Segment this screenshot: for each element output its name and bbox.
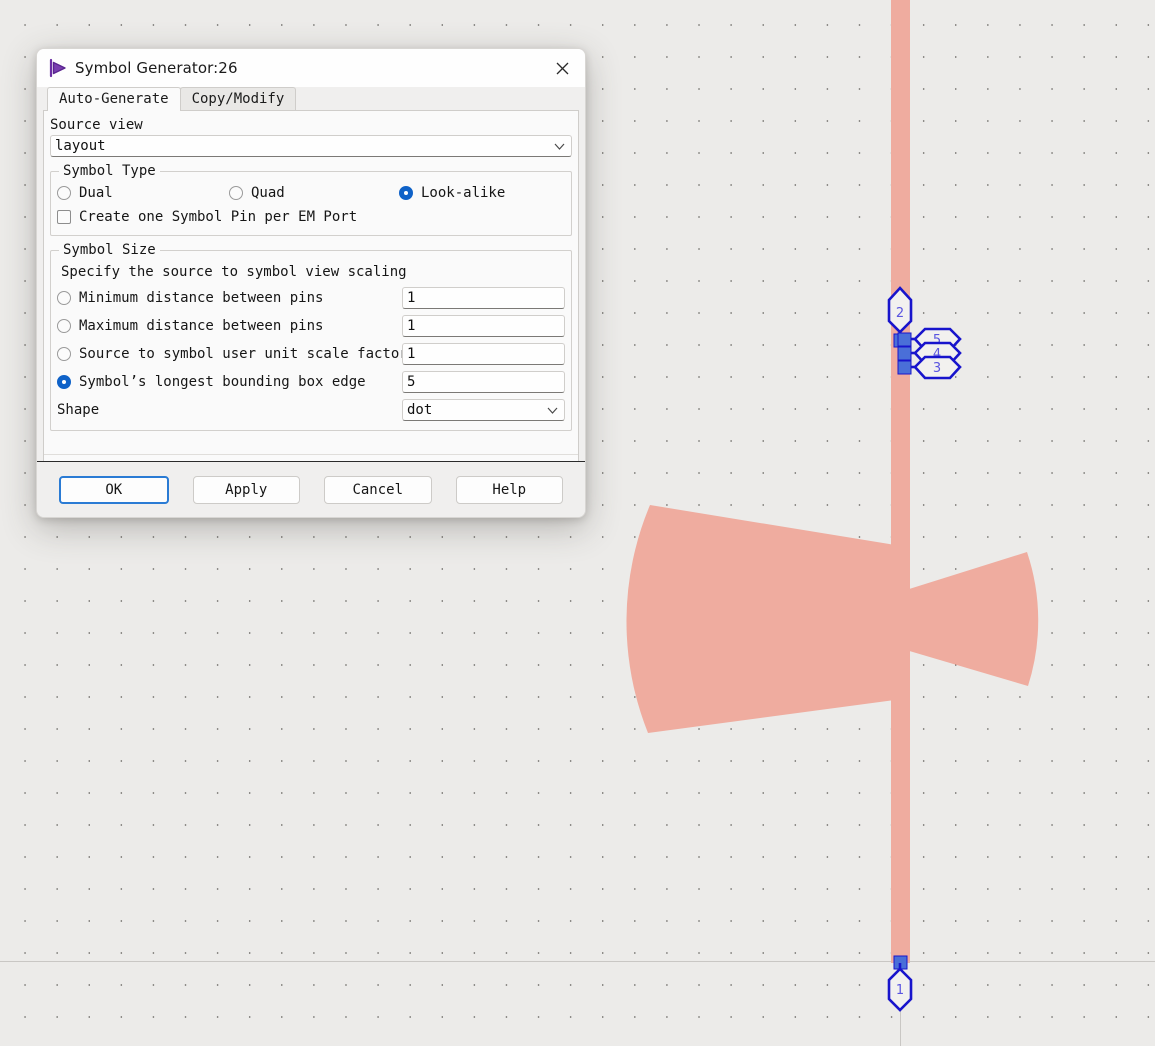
shape-combobox[interactable]: dot bbox=[402, 399, 565, 421]
label-quad: Quad bbox=[251, 185, 285, 201]
label-maximum-distance: Maximum distance between pins bbox=[79, 318, 323, 334]
size-row-shape: Shape dot bbox=[57, 396, 565, 424]
symbol-size-legend: Symbol Size bbox=[59, 242, 160, 258]
dialog-footer: OK Apply Cancel Help bbox=[37, 461, 585, 517]
symbol-type-option-look-alike[interactable]: Look-alike bbox=[399, 185, 505, 201]
input-minimum-distance[interactable]: 1 bbox=[402, 287, 565, 309]
input-scale-factor[interactable]: 1 bbox=[402, 343, 565, 365]
label-shape: Shape bbox=[57, 402, 99, 418]
symbol-type-legend: Symbol Type bbox=[59, 163, 160, 179]
source-view-combobox[interactable]: layout bbox=[50, 135, 572, 157]
size-row-bounding-box-edge: Symbol’s longest bounding box edge 5 bbox=[57, 368, 565, 396]
cancel-button[interactable]: Cancel bbox=[324, 476, 432, 504]
label-symbol-pin-per-em-port: Create one Symbol Pin per EM Port bbox=[79, 209, 357, 225]
size-row-scale-factor: Source to symbol user unit scale factor … bbox=[57, 340, 565, 368]
label-look-alike: Look-alike bbox=[421, 185, 505, 201]
radio-bounding-box-edge[interactable] bbox=[57, 375, 71, 389]
dialog-tabstrip: Auto-GenerateCopy/Modify bbox=[37, 87, 585, 111]
value-bounding-box-edge: 5 bbox=[407, 374, 415, 390]
bowtie-left-wing-shape bbox=[626, 505, 895, 733]
shape-label-wrap: Shape bbox=[57, 402, 402, 418]
pin-1-label: 1 bbox=[896, 983, 904, 998]
label-minimum-distance: Minimum distance between pins bbox=[79, 290, 323, 306]
apply-button[interactable]: Apply bbox=[193, 476, 301, 504]
close-icon[interactable] bbox=[539, 49, 585, 87]
tab-copy-modify[interactable]: Copy/Modify bbox=[180, 87, 297, 111]
symbol-type-option-quad[interactable]: Quad bbox=[229, 185, 399, 201]
radio-dual[interactable] bbox=[57, 186, 71, 200]
help-button[interactable]: Help bbox=[456, 476, 564, 504]
size-option-maximum-distance[interactable]: Maximum distance between pins bbox=[57, 318, 402, 334]
radio-scale-factor[interactable] bbox=[57, 347, 71, 361]
value-shape: dot bbox=[407, 402, 432, 418]
label-bounding-box-edge: Symbol’s longest bounding box edge bbox=[79, 374, 366, 390]
input-maximum-distance[interactable]: 1 bbox=[402, 315, 565, 337]
size-row-maximum-distance: Maximum distance between pins 1 bbox=[57, 312, 565, 340]
input-bounding-box-edge[interactable]: 5 bbox=[402, 371, 565, 393]
radio-minimum-distance[interactable] bbox=[57, 291, 71, 305]
size-option-scale-factor[interactable]: Source to symbol user unit scale factor bbox=[57, 346, 402, 362]
symbol-type-option-dual[interactable]: Dual bbox=[57, 185, 229, 201]
dialog-title: Symbol Generator:26 bbox=[75, 59, 238, 77]
tab-auto-generate[interactable]: Auto-Generate bbox=[47, 87, 181, 111]
size-row-minimum-distance: Minimum distance between pins 1 bbox=[57, 284, 565, 312]
play-triangle-icon bbox=[47, 57, 69, 79]
checkbox-symbol-pin-per-em-port[interactable] bbox=[57, 210, 71, 224]
label-scale-factor: Source to symbol user unit scale factor bbox=[79, 346, 408, 362]
pin-1-marker[interactable]: 1 bbox=[889, 956, 911, 1010]
symbol-type-group: Symbol Type Dual Quad Look-alike Create … bbox=[50, 163, 572, 236]
size-option-bounding-box-edge[interactable]: Symbol’s longest bounding box edge bbox=[57, 374, 402, 390]
symbol-size-group: Symbol Size Specify the source to symbol… bbox=[50, 242, 572, 431]
symbol-pin-per-em-port-row[interactable]: Create one Symbol Pin per EM Port bbox=[57, 205, 565, 229]
dialog-titlebar: Symbol Generator:26 bbox=[37, 49, 585, 87]
radio-maximum-distance[interactable] bbox=[57, 319, 71, 333]
ok-button[interactable]: OK bbox=[59, 476, 169, 504]
radio-quad[interactable] bbox=[229, 186, 243, 200]
symbol-size-description: Specify the source to symbol view scalin… bbox=[57, 260, 565, 284]
value-minimum-distance: 1 bbox=[407, 290, 415, 306]
value-scale-factor: 1 bbox=[407, 346, 415, 362]
source-view-value: layout bbox=[55, 138, 106, 154]
source-view-label: Source view bbox=[50, 115, 572, 135]
radio-look-alike[interactable] bbox=[399, 186, 413, 200]
dialog-body: Source view layout Symbol Type Dual Quad bbox=[43, 111, 579, 481]
pin-3-label: 3 bbox=[933, 361, 941, 376]
feed-strip-shape bbox=[891, 0, 910, 963]
value-maximum-distance: 1 bbox=[407, 318, 415, 334]
label-dual: Dual bbox=[79, 185, 113, 201]
pin-2-label: 2 bbox=[896, 306, 904, 321]
size-option-minimum-distance[interactable]: Minimum distance between pins bbox=[57, 290, 402, 306]
bowtie-right-wing-shape bbox=[906, 552, 1038, 686]
chevron-down-icon bbox=[547, 407, 558, 414]
symbol-type-options-row: Dual Quad Look-alike bbox=[57, 181, 565, 205]
chevron-down-icon bbox=[554, 143, 565, 150]
symbol-generator-dialog: Symbol Generator:26 Auto-GenerateCopy/Mo… bbox=[36, 48, 586, 518]
